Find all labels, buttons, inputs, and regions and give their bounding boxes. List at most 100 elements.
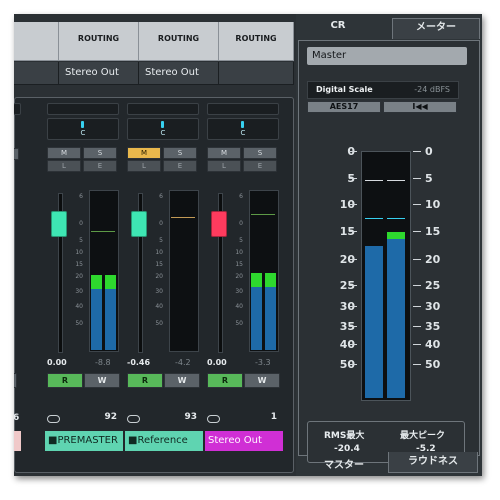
edit-button[interactable]: E [163, 160, 197, 172]
rms-hold-line-right [387, 218, 405, 219]
edit-button[interactable]: E [243, 160, 277, 172]
fader-scale-tick: 30 [155, 288, 163, 295]
edit-button[interactable]: E [83, 160, 117, 172]
master-meter-bar-right [387, 239, 405, 398]
routing-header: ROUTING ROUTING ROUTING [14, 22, 294, 61]
peak-value[interactable]: -4.2 [175, 358, 191, 367]
peak-hold-line-right [387, 180, 405, 181]
fader-scale-tick: 30 [75, 288, 83, 295]
write-automation-button[interactable]: W [164, 373, 200, 388]
link-icon [207, 415, 220, 423]
listen-button[interactable]: L [127, 160, 161, 172]
write-automation-button[interactable]: W [244, 373, 280, 388]
routing-output-cell[interactable] [219, 63, 294, 84]
mute-button[interactable]: M [207, 147, 241, 159]
pan-value: C [240, 129, 246, 137]
read-automation-button[interactable]: R [207, 373, 243, 388]
write-automation-button[interactable]: W [84, 373, 120, 388]
reset-meter-button[interactable]: I◀◀ [383, 101, 457, 113]
volume-fader-handle[interactable] [211, 211, 227, 237]
read-automation-button[interactable]: R [47, 373, 83, 388]
solo-button[interactable]: S [163, 147, 197, 159]
channel-meter-peak [105, 275, 116, 289]
volume-fader-handle[interactable] [131, 211, 147, 237]
pan-indicator-icon [81, 121, 84, 128]
pan-control[interactable]: C [47, 118, 119, 140]
solo-button[interactable]: S [243, 147, 277, 159]
channel-meter-peak [251, 273, 262, 287]
meter-scale-tick [413, 231, 421, 232]
fader-scale-tick: 30 [235, 288, 243, 295]
partial-channel-number: 6 [14, 413, 20, 423]
pan-control[interactable]: C [127, 118, 199, 140]
volume-fader-handle[interactable] [51, 211, 67, 237]
link-icon [47, 415, 60, 423]
meter-scale-label: 35 [425, 320, 441, 333]
channel-name[interactable]: ■Reference [125, 431, 203, 451]
channel-number: 92 [104, 412, 117, 422]
routing-row-outputs: Stereo Out Stereo Out [14, 63, 294, 85]
meter-scale-tick [349, 344, 357, 345]
listen-button[interactable]: L [207, 160, 241, 172]
channel-meter-bar [91, 289, 102, 350]
digital-scale-display[interactable]: Digital Scale -24 dBFS [307, 81, 459, 99]
listen-button[interactable]: L [47, 160, 81, 172]
meter-scale-label: 15 [425, 225, 441, 238]
channel-strip-reference: C M S L E 6 0 5 10 15 20 30 40 50 -0.46 -4.2 R W 93 ■Refere… [125, 98, 203, 472]
meter-scale-tick [413, 178, 421, 179]
channel-number: 1 [270, 412, 277, 422]
fader-scale-tick: 10 [75, 249, 83, 256]
meter-scale-label: 10 [425, 198, 441, 211]
read-automation-button[interactable]: R [127, 373, 163, 388]
peak-hold-line [171, 217, 195, 218]
peak-value[interactable]: -8.8 [95, 358, 111, 367]
pan-control[interactable]: C [207, 118, 279, 140]
aes17-button[interactable]: AES17 [307, 101, 381, 113]
meter-scale-label: 0 [425, 145, 433, 158]
meter-scale-tick [349, 231, 357, 232]
meter-source-select[interactable]: Master [307, 47, 467, 65]
meter-scale-label: 30 [425, 300, 441, 313]
mute-button[interactable]: M [47, 147, 81, 159]
pan-indicator-icon [241, 121, 244, 128]
peak-value[interactable]: -3.3 [255, 358, 271, 367]
fader-value[interactable]: 0.00 [47, 358, 67, 367]
meter-scale-tick [413, 151, 421, 152]
max-peak-label: 最大ピーク [400, 431, 446, 441]
tab-master[interactable]: マスター [304, 456, 384, 471]
solo-button[interactable]: S [83, 147, 117, 159]
master-meter-bar-left [365, 246, 383, 398]
fader-scale-tick: 6 [239, 193, 243, 200]
peak-hold-line-left [365, 180, 383, 181]
control-room-panel: CR メーター Master Digital Scale -24 dBFS AE… [296, 14, 482, 476]
tab-loudness[interactable]: ラウドネス [388, 452, 478, 473]
meter-scale-tick [349, 178, 357, 179]
rms-max-value: -20.4 [334, 444, 360, 454]
fader-scale-tick: 6 [159, 193, 163, 200]
tab-cr[interactable]: CR [310, 20, 366, 31]
fader-scale-tick: 15 [235, 261, 243, 268]
meter-scale-tick [413, 306, 421, 307]
tab-meter[interactable]: メーター [392, 18, 480, 39]
routing-output-cell[interactable]: Stereo Out [139, 63, 219, 84]
channel-meter-peak [265, 273, 276, 287]
channel-name[interactable]: Stereo Out [205, 431, 283, 451]
meter-scale-tick [413, 326, 421, 327]
fader-value[interactable]: 0.00 [207, 358, 227, 367]
fader-value[interactable]: -0.46 [127, 358, 150, 367]
meter-scale-tick [349, 364, 357, 365]
channel-name[interactable]: ■PREMASTER [45, 431, 123, 451]
routing-output-cell[interactable]: Stereo Out [59, 63, 139, 84]
partial-channel-name[interactable] [14, 431, 21, 451]
partial-strip-slot [14, 103, 21, 115]
meter-scale-tick [413, 344, 421, 345]
fader-scale-tick: 40 [235, 303, 243, 310]
peak-hold-line [91, 231, 115, 232]
partial-write-button[interactable] [14, 373, 17, 388]
meter-scale-tick [413, 259, 421, 260]
pan-value: C [160, 129, 166, 137]
meter-scale-tick [413, 364, 421, 365]
meter-scale-label: 40 [425, 338, 441, 351]
mute-button[interactable]: M [127, 147, 161, 159]
partial-mute-button[interactable] [14, 148, 19, 160]
